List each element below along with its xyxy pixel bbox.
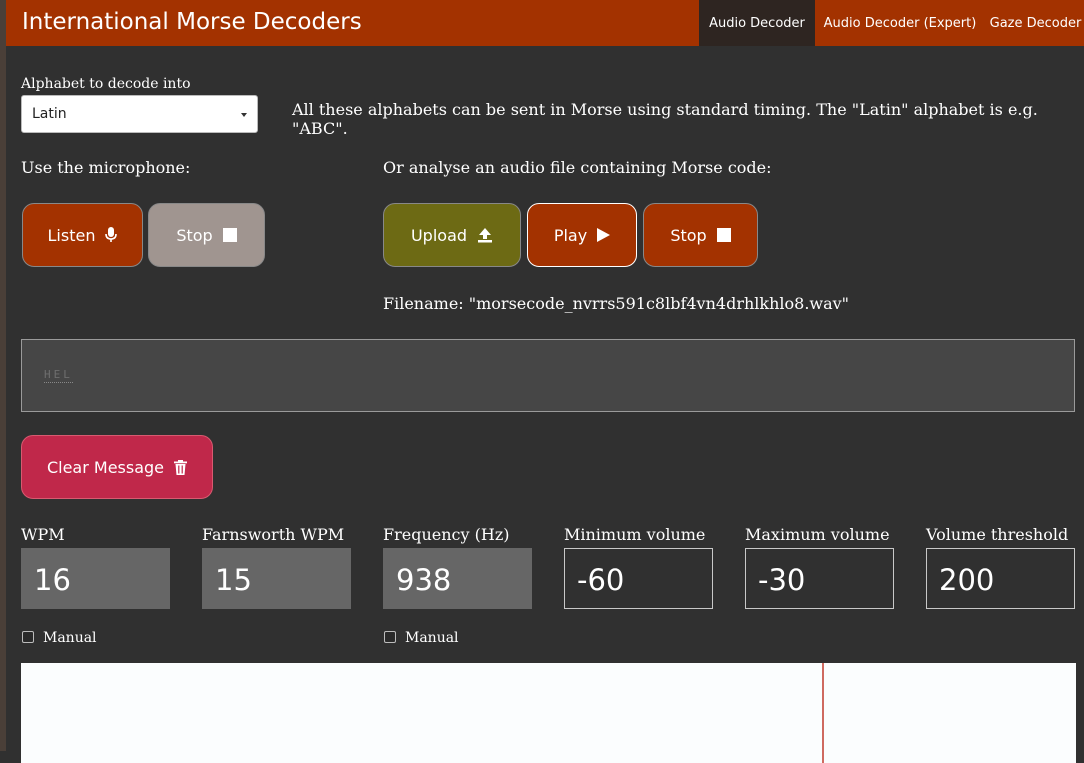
maximum-volume-field[interactable]: -30 [745,548,894,609]
farnsworth-wpm-label: Farnsworth WPM [202,525,345,544]
clear-message-button[interactable]: Clear Message [21,435,213,499]
mic-section-label: Use the microphone: [21,158,191,177]
alphabet-selected-value: Latin [32,106,67,122]
navbar: International Morse Decoders Audio Decod… [6,0,1084,46]
decoded-message-text: HEL [44,368,73,383]
tab-gaze-decoder[interactable]: Gaze Decoder [987,0,1084,46]
left-edge-strip [0,0,6,751]
play-icon [597,228,611,242]
minimum-volume-field[interactable]: -60 [564,548,713,609]
file-section-label: Or analyse an audio file containing Mors… [383,158,772,177]
alphabet-label: Alphabet to decode into [21,76,191,92]
upload-button-label: Upload [410,225,468,245]
alphabet-select[interactable]: Latin [21,95,258,133]
mic-stop-button[interactable]: Stop [148,203,265,267]
upload-button[interactable]: Upload [383,203,521,267]
tab-audio-decoder-expert[interactable]: Audio Decoder (Expert) [818,0,982,46]
frequency-manual-label: Manual [405,630,459,646]
trash-icon [174,459,188,475]
maximum-volume-label: Maximum volume [745,525,890,544]
microphone-icon [105,227,118,243]
tab-audio-decoder[interactable]: Audio Decoder [699,0,815,46]
mic-stop-button-label: Stop [176,225,213,245]
frequency-label: Frequency (Hz) [383,525,510,544]
volume-threshold-label: Volume threshold [926,525,1069,544]
upload-icon [477,227,493,243]
clear-message-button-label: Clear Message [46,457,165,477]
volume-threshold-field[interactable]: 200 [926,548,1075,609]
file-stop-button-label: Stop [670,225,707,245]
wpm-manual-label: Manual [43,630,97,646]
listen-button[interactable]: Listen [22,203,143,267]
minimum-volume-label: Minimum volume [564,525,706,544]
farnsworth-wpm-field[interactable]: 15 [202,548,351,609]
decoded-message-box[interactable]: HEL [21,339,1075,412]
play-button[interactable]: Play [527,203,637,267]
play-button-label: Play [553,225,588,245]
stop-square-icon [716,228,731,242]
frequency-manual-checkbox[interactable] [384,631,396,643]
wpm-manual-checkbox[interactable] [22,631,34,643]
frequency-marker-line [822,663,824,763]
listen-button-label: Listen [47,225,96,245]
chevron-down-icon [241,113,247,117]
file-stop-button[interactable]: Stop [643,203,758,267]
filename-text: Filename: "morsecode_nvrrs591c8lbf4vn4dr… [383,294,850,313]
spectrogram-canvas [21,663,1076,763]
stop-square-icon [222,228,237,242]
app-title: International Morse Decoders [22,9,362,35]
alphabet-description: All these alphabets can be sent in Morse… [292,100,1038,138]
frequency-field[interactable]: 938 [383,548,532,609]
wpm-field[interactable]: 16 [21,548,170,609]
wpm-label: WPM [21,525,65,544]
